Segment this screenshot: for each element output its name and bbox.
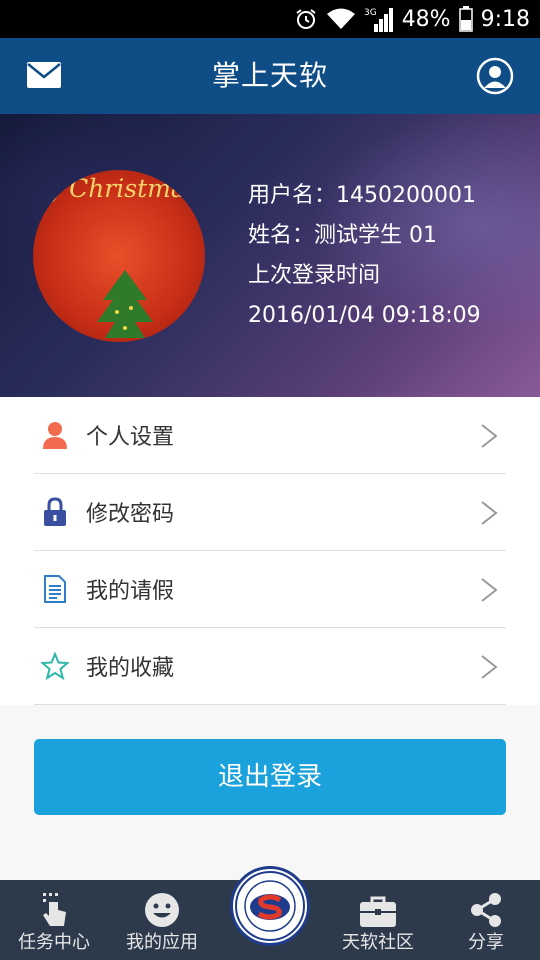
app-header: 掌上天软 [0,38,540,114]
battery-icon [458,6,473,32]
chevron-right-icon [480,577,498,607]
logout-button[interactable]: 退出登录 [34,739,506,815]
menu-item-label: 我的收藏 [86,656,175,681]
star-icon [36,647,74,685]
signal-icon: 3G [364,6,394,32]
display-name: 姓名：测试学生 01 [248,223,437,248]
share-icon [432,880,540,932]
menu-item-label: 个人设置 [86,425,175,450]
smiley-icon [108,880,216,932]
tab-community[interactable]: 天软社区 [324,880,432,960]
lock-icon [36,493,74,531]
logout-section: 退出登录 [0,705,540,880]
briefcase-icon [324,880,432,932]
christmas-tree-icon [97,270,153,338]
alarm-icon [294,7,318,31]
school-logo-icon [235,871,305,941]
menu-item-my-favorites[interactable]: 我的收藏 [34,628,506,705]
status-bar: 3G 48% 9:18 [0,0,540,38]
document-icon [36,570,74,608]
chevron-right-icon [480,500,498,530]
menu-item-personal-settings[interactable]: 个人设置 [34,397,506,474]
tab-my-apps[interactable]: 我的应用 [108,880,216,960]
avatar[interactable]: y Christmas [33,170,205,342]
menu-item-change-password[interactable]: 修改密码 [34,474,506,551]
user-profile-icon[interactable] [476,57,514,99]
clock-time: 9:18 [480,6,530,32]
last-login-time: 2016/01/04 09:18:09 [248,303,481,328]
tab-label: 分享 [468,932,504,953]
wifi-icon [326,7,356,31]
profile-banner: y Christmas 用户名：1450200001 姓名：测试学生 01 上次… [0,114,540,397]
network-type: 3G [364,8,377,18]
settings-menu: 个人设置 修改密码 我的请假 我的收藏 [0,397,540,705]
tab-share[interactable]: 分享 [432,880,540,960]
username: 用户名：1450200001 [248,183,476,208]
menu-item-label: 修改密码 [86,502,175,527]
chevron-right-icon [480,654,498,684]
person-icon [36,416,74,454]
last-login-label: 上次登录时间 [248,263,381,288]
profile-info: 用户名：1450200001 姓名：测试学生 01 上次登录时间 2016/01… [248,176,481,336]
menu-item-my-leave[interactable]: 我的请假 [34,551,506,628]
school-logo-button[interactable] [230,866,310,946]
touch-icon [0,880,108,932]
tab-task-center[interactable]: 任务中心 [0,880,108,960]
tab-label: 我的应用 [126,932,198,953]
avatar-caption: y Christmas [47,174,199,203]
page-title: 掌上天软 [211,59,328,92]
tab-label: 天软社区 [342,932,414,953]
battery-percent: 48% [401,6,451,32]
menu-item-label: 我的请假 [86,579,175,604]
chevron-right-icon [480,423,498,453]
tab-label: 任务中心 [18,932,90,953]
